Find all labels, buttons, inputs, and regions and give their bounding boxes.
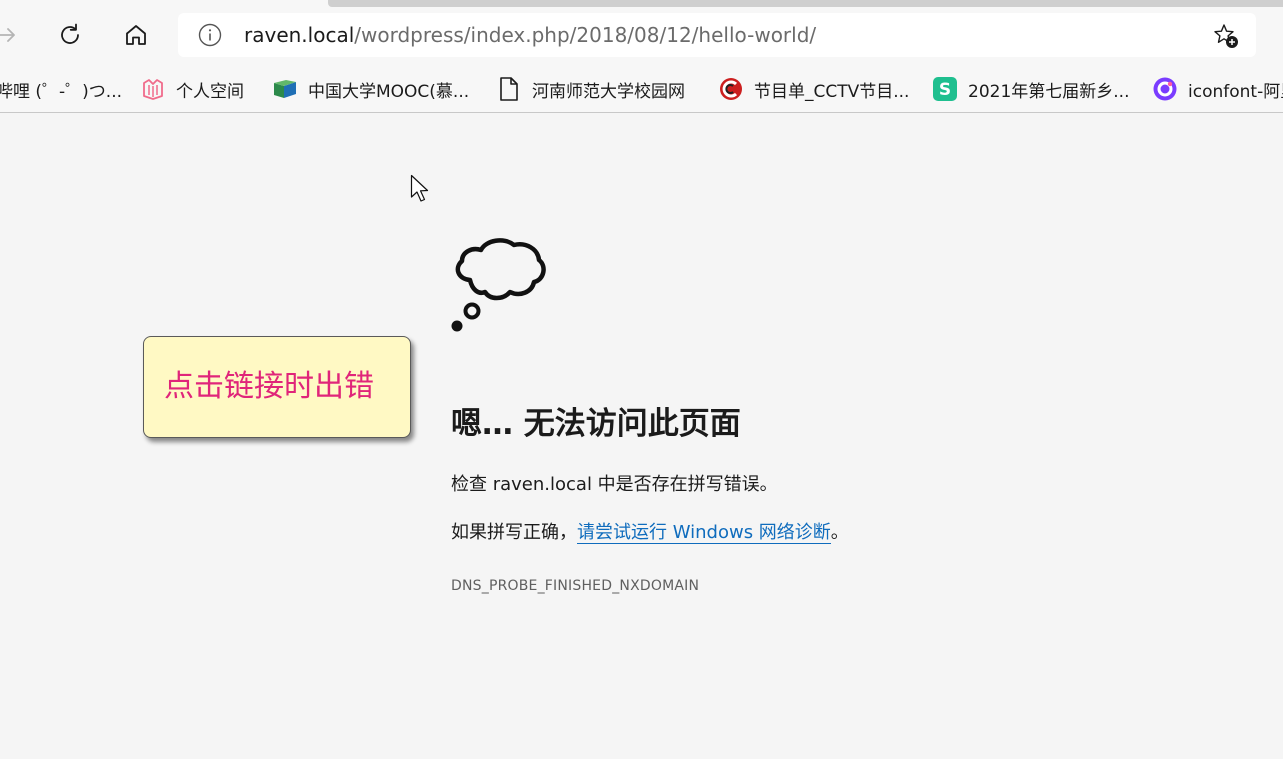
bookmark-campus-net[interactable]: 河南师范大学校园网 xyxy=(496,72,685,106)
refresh-button[interactable] xyxy=(52,17,88,53)
annotation-text: 点击链接时出错 xyxy=(164,369,374,404)
bookmark-label: 2021年第七届新乡... xyxy=(968,81,1130,102)
address-bar[interactable]: raven.local/wordpress/index.php/2018/08/… xyxy=(178,13,1256,57)
bookmark-label: iconfont-阿里 xyxy=(1188,81,1283,102)
bookmark-personal-space[interactable]: 个人空间 xyxy=(140,72,244,106)
bookmark-label: 哔哩 (゜-゜)つ... xyxy=(0,81,123,102)
forward-button[interactable] xyxy=(0,17,26,53)
url-host: raven.local xyxy=(244,23,355,47)
info-icon[interactable] xyxy=(198,23,222,47)
diagnostics-suffix: 。 xyxy=(830,522,849,543)
svg-text:S: S xyxy=(939,80,951,100)
bookmark-xinxiang[interactable]: S 2021年第七届新乡... xyxy=(932,72,1129,106)
bookmark-label: 河南师范大学校园网 xyxy=(532,81,685,102)
url-text[interactable]: raven.local/wordpress/index.php/2018/08/… xyxy=(244,22,816,48)
annotation-note: 点击链接时出错 xyxy=(143,336,411,438)
url-path: /wordpress/index.php/2018/08/12/hello-wo… xyxy=(354,23,817,47)
mouse-cursor-icon xyxy=(410,174,429,202)
network-diagnostics-link[interactable]: 请尝试运行 Windows 网络诊断 xyxy=(577,522,831,544)
refresh-icon xyxy=(61,23,79,44)
browser-toolbar: raven.local/wordpress/index.php/2018/08/… xyxy=(0,0,1283,66)
bookmark-cctv[interactable]: 节目单_CCTV节目... xyxy=(718,72,909,106)
spelling-hint: 检查 raven.local 中是否存在拼写错误。 xyxy=(451,474,778,495)
favorites-bar: 哔哩 (゜-゜)つ... 个人空间 中国大学MOOC(慕... 河南师范大学校园… xyxy=(0,66,1283,113)
add-favorite-icon[interactable] xyxy=(1212,22,1240,50)
bookmark-label: 中国大学MOOC(慕... xyxy=(308,81,470,102)
error-title: 嗯… 无法访问此页面 xyxy=(451,406,741,442)
document-icon xyxy=(496,76,522,102)
diagnostics-prefix: 如果拼写正确， xyxy=(451,522,577,543)
mooc-icon xyxy=(272,76,298,102)
bookmark-bilibili[interactable]: 哔哩 (゜-゜)つ... xyxy=(0,72,122,106)
bookmark-label: 节目单_CCTV节目... xyxy=(754,81,910,102)
s-icon: S xyxy=(932,76,958,102)
cctv-icon xyxy=(718,76,744,102)
tab-strip-edge xyxy=(328,0,1283,7)
iconfont-icon xyxy=(1152,76,1178,102)
diagnostics-hint: 如果拼写正确，请尝试运行 Windows 网络诊断。 xyxy=(451,520,849,546)
bookmark-iconfont[interactable]: iconfont-阿里 xyxy=(1152,72,1283,106)
home-button[interactable] xyxy=(118,17,154,53)
personal-space-icon xyxy=(140,76,166,102)
error-code: DNS_PROBE_FINISHED_NXDOMAIN xyxy=(451,578,700,594)
forward-arrow-icon xyxy=(0,28,15,42)
bookmark-mooc[interactable]: 中国大学MOOC(慕... xyxy=(272,72,469,106)
thought-cloud-icon xyxy=(451,238,546,332)
home-icon xyxy=(126,25,146,45)
bookmark-label: 个人空间 xyxy=(176,81,244,102)
